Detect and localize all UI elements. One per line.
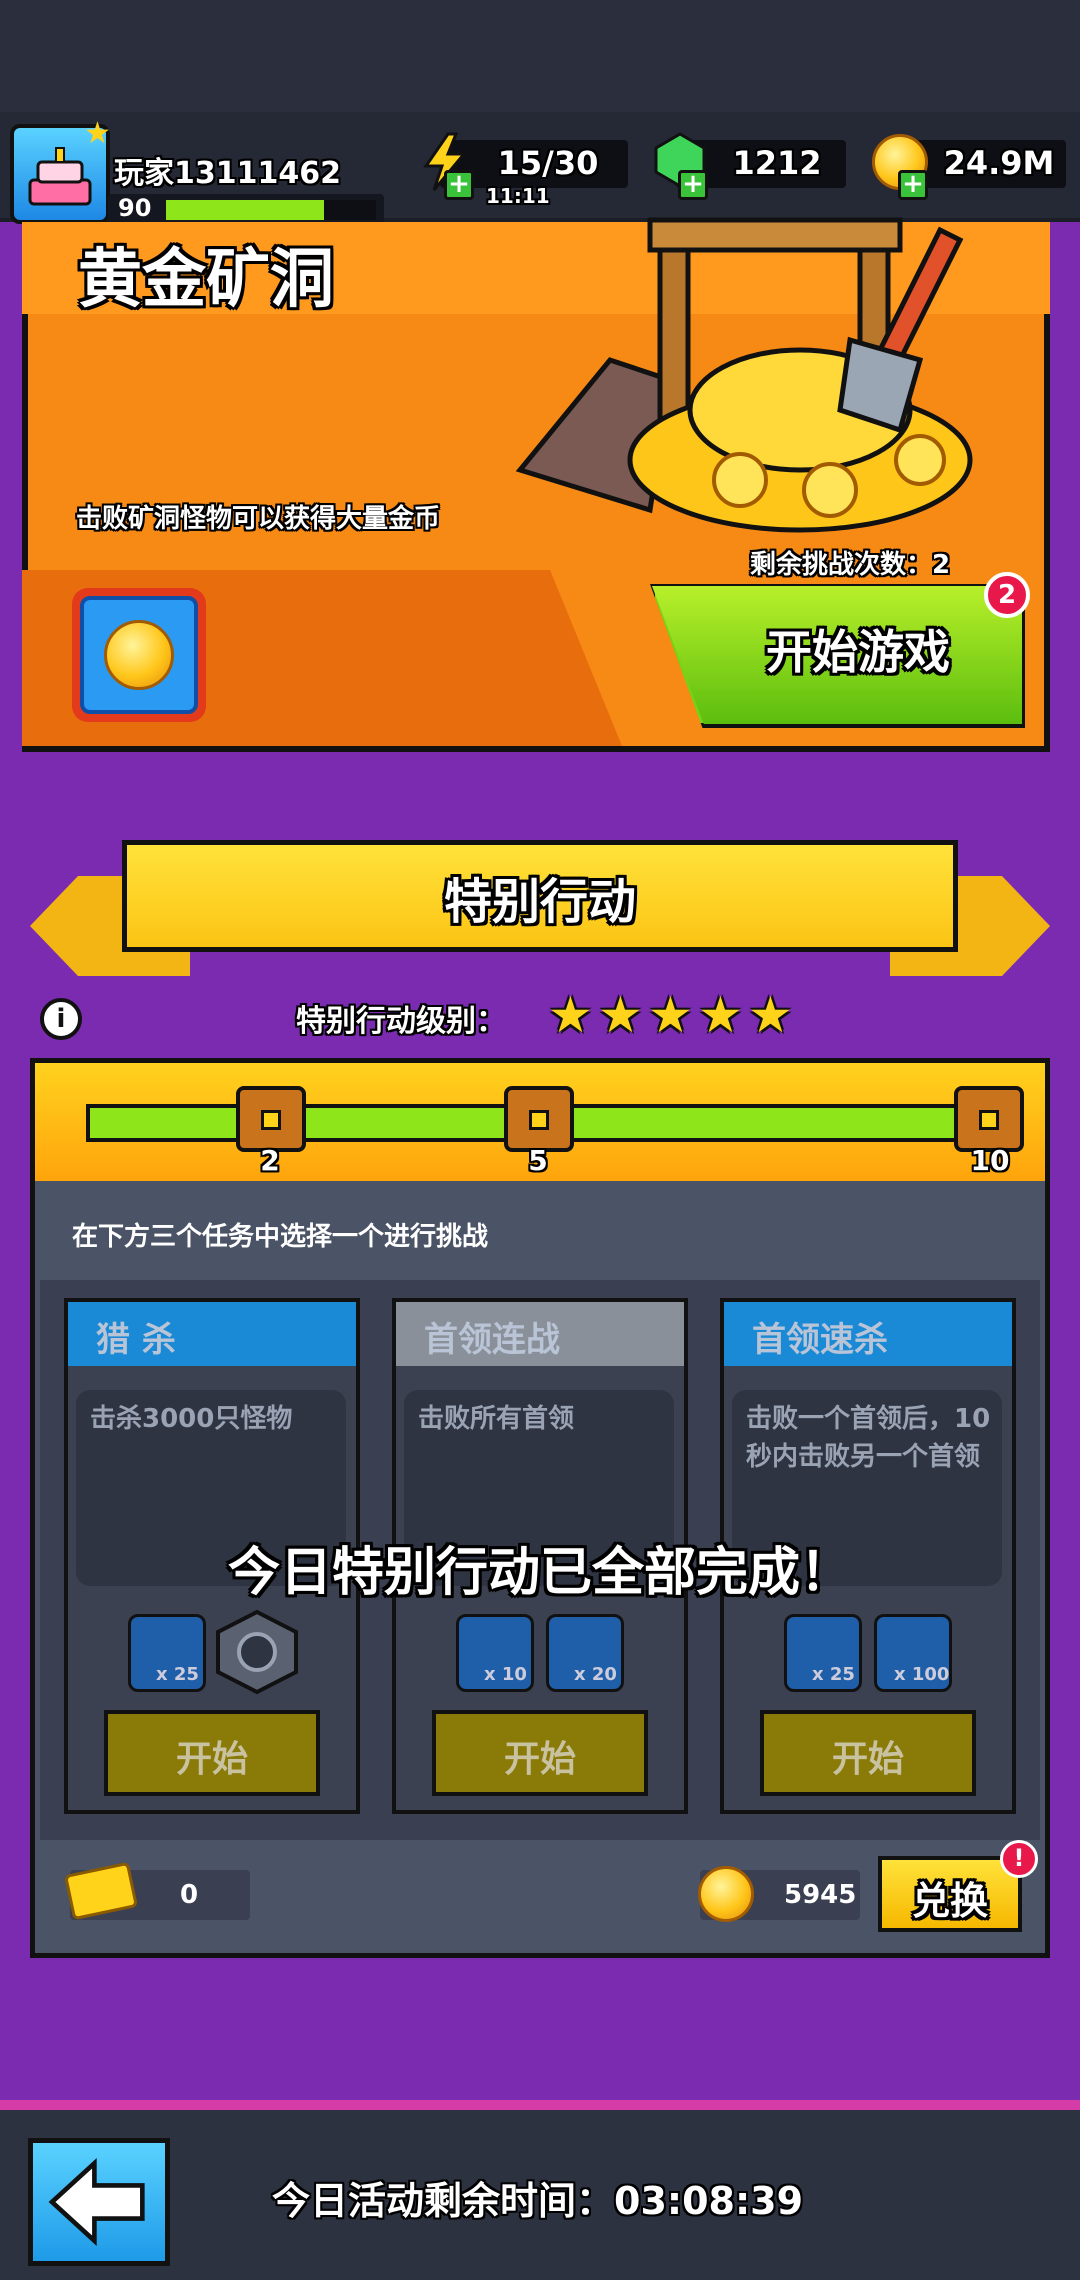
task-start-label: 开始 [175, 1739, 248, 1780]
cake-icon [28, 147, 92, 206]
reward-quantity: x 20 [574, 1664, 617, 1685]
gold-mine-illustration [515, 217, 973, 533]
avatar-star-icon: ★ [84, 116, 111, 151]
task-title: 猎 杀 [96, 1320, 176, 1360]
star-icon: ★ [598, 986, 643, 1044]
footer-divider [0, 2100, 1080, 2110]
energy-value: 15/30 [497, 144, 599, 182]
player-name: 玩家13111462 [114, 156, 341, 191]
player-level: 90 [118, 194, 152, 222]
notification-badge: 2 [984, 572, 1030, 618]
ticket-count: 0 [180, 1880, 199, 1910]
chest-icon[interactable] [504, 1086, 574, 1152]
reward-quantity: x 100 [894, 1664, 950, 1685]
back-arrow-icon [48, 2158, 145, 2246]
shop-coin-icon [698, 1866, 754, 1922]
gem-value: 1212 [732, 144, 822, 182]
reward-quantity: x 10 [484, 1664, 527, 1685]
coin-value: 24.9M [943, 144, 1055, 182]
remaining-challenges: 剩余挑战次数：2 [750, 550, 951, 580]
xp-bar-fill [166, 200, 324, 220]
task-start-label: 开始 [831, 1739, 904, 1780]
mine-title: 黄金矿洞 [78, 243, 334, 317]
add-coins-button[interactable]: + [898, 170, 928, 200]
reward-quantity: x 25 [812, 1664, 855, 1685]
task-description: 击败一个首领后，10秒内击败另一个首领 [746, 1404, 991, 1472]
task-instruction: 在下方三个任务中选择一个进行挑战 [72, 1222, 489, 1252]
milestone-label: 2 [260, 1144, 280, 1177]
start-game-label: 开始游戏 [766, 625, 950, 679]
special-level-label: 特别行动级别： [296, 1004, 506, 1039]
coin-icon [104, 620, 174, 690]
exchange-label: 兑换 [911, 1879, 988, 1923]
system-status-bar [0, 0, 1080, 112]
back-button[interactable] [28, 2138, 170, 2266]
gear-part-icon [216, 1609, 298, 1695]
completed-message: 今日特别行动已全部完成！ [227, 1543, 852, 1603]
energy-timer: 11:11 [486, 184, 550, 208]
mine-description: 击败矿洞怪物可以获得大量金币 [76, 504, 441, 534]
reward-quantity: x 25 [156, 1664, 199, 1685]
event-timer: 今日活动剩余时间：03:08:39 [272, 2179, 804, 2223]
coin-reward-slot[interactable] [72, 588, 206, 722]
star-icon: ★ [698, 986, 743, 1044]
alert-icon: ! [1000, 1840, 1038, 1878]
star-icon: ★ [748, 986, 793, 1044]
task-description: 击杀3000只怪物 [90, 1404, 293, 1434]
special-action-title: 特别行动 [443, 874, 636, 930]
task-title: 首领速杀 [752, 1320, 888, 1360]
add-energy-button[interactable]: + [444, 170, 474, 200]
add-gems-button[interactable]: + [678, 170, 708, 200]
chest-icon[interactable] [954, 1086, 1024, 1152]
info-icon[interactable]: i [40, 998, 82, 1040]
task-start-label: 开始 [503, 1739, 576, 1780]
star-icon: ★ [548, 986, 593, 1044]
star-icon: ★ [648, 986, 693, 1044]
milestone-label: 10 [970, 1144, 1010, 1177]
task-description: 击败所有首领 [418, 1404, 575, 1434]
milestone-label: 5 [528, 1144, 548, 1177]
task-title: 首领连战 [424, 1320, 560, 1360]
chest-icon[interactable] [236, 1086, 306, 1152]
shop-coin-count: 5945 [784, 1880, 857, 1910]
